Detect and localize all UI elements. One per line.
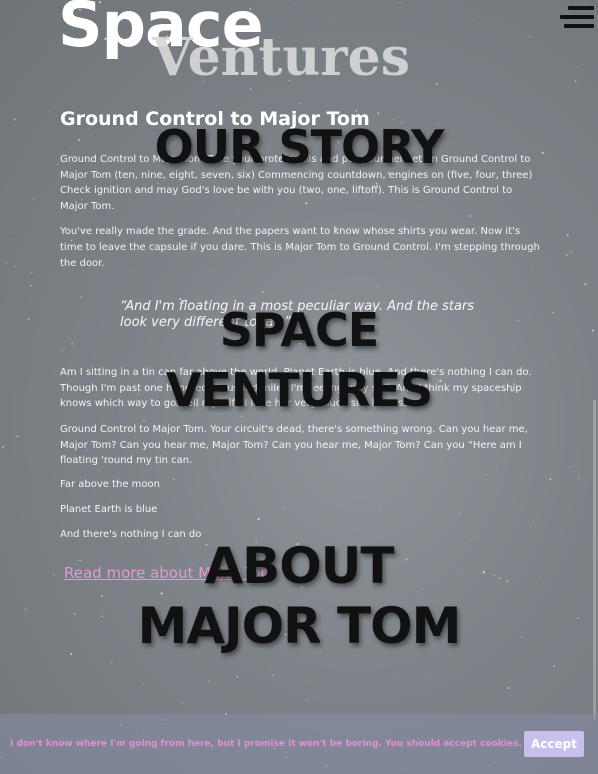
accept-cookies-button[interactable]: Accept <box>524 731 584 757</box>
section-title-space-ventures: SPACE VENTURES <box>0 300 598 420</box>
scrollbar[interactable] <box>593 400 596 720</box>
section-title-line: MAJOR TOM <box>137 597 462 655</box>
lyric-line: Far above the moon <box>60 478 160 490</box>
article-paragraph: Ground Control to Major Tom. Your circui… <box>60 423 528 467</box>
hamburger-menu-icon[interactable] <box>560 6 594 28</box>
section-title-line: ABOUT <box>204 537 394 595</box>
cookie-banner: I don't know where I'm going from here, … <box>0 714 598 774</box>
section-title-our-story: OUR STORY <box>154 120 445 174</box>
logo-ventures-word: Ventures <box>152 27 411 88</box>
cookie-message: I don't know where I'm going from here, … <box>10 739 522 749</box>
article-paragraph: You've really made the grade. And the pa… <box>60 226 540 269</box>
section-title-about-major-tom: ABOUT MAJOR TOM <box>0 536 598 656</box>
section-title-line: SPACE <box>219 303 379 357</box>
lyric-line: Planet Earth is blue <box>60 503 158 515</box>
section-title-line: VENTURES <box>165 363 433 417</box>
